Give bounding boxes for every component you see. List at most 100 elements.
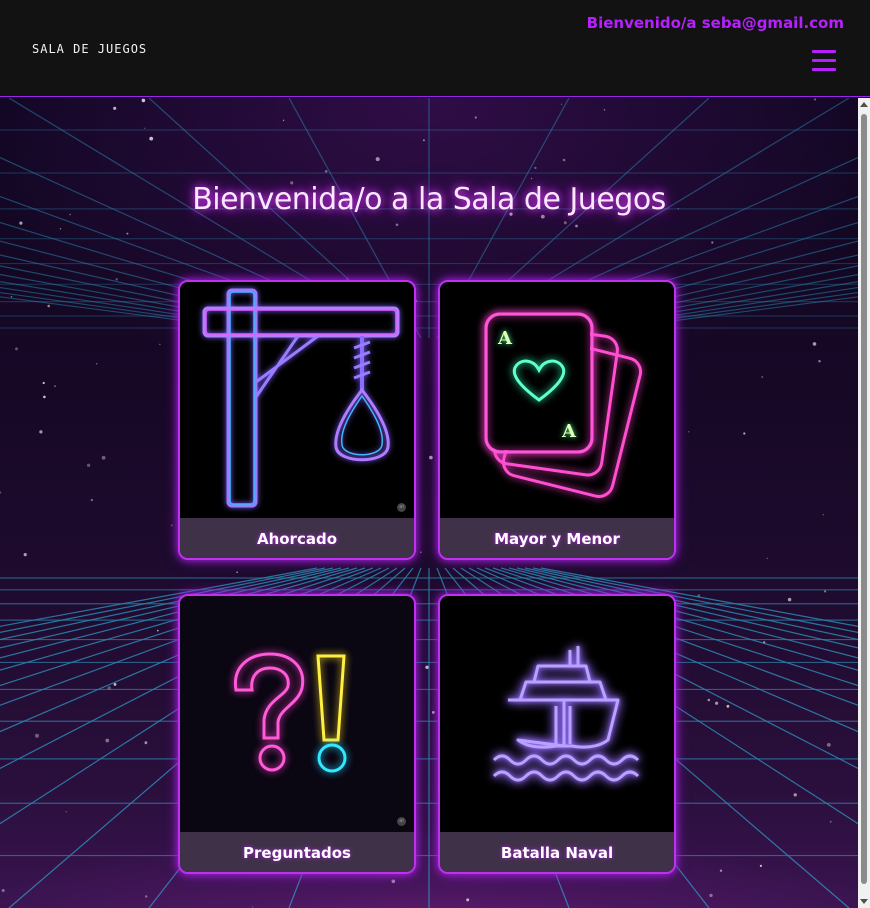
star — [35, 733, 39, 738]
star — [824, 590, 827, 593]
star — [96, 363, 98, 365]
star — [47, 304, 50, 308]
star — [144, 741, 148, 745]
star — [86, 463, 91, 467]
game-card-label: Preguntados — [180, 832, 414, 872]
star — [395, 223, 399, 227]
hamburger-bar — [812, 59, 836, 62]
welcome-user-text: Bienvenido/a seba@gmail.com — [586, 14, 844, 32]
star — [707, 698, 711, 702]
star — [422, 139, 425, 142]
star — [466, 898, 470, 902]
star — [282, 119, 285, 121]
star — [563, 221, 567, 225]
hamburger-menu-icon[interactable] — [810, 48, 838, 74]
star — [391, 879, 396, 884]
star — [575, 224, 578, 228]
star — [19, 221, 23, 225]
navbar: Sala de Juegos Bienvenido/a seba@gmail.c… — [0, 0, 870, 97]
star — [324, 170, 328, 173]
star — [39, 430, 43, 434]
star — [688, 431, 690, 433]
game-card-mayor-y-menor[interactable]: A A Mayor y Menor — [438, 280, 676, 560]
star — [425, 665, 429, 669]
hamburger-bar — [812, 68, 836, 71]
star — [42, 381, 45, 385]
star — [759, 864, 763, 868]
game-card-preguntados[interactable]: ai Preguntados — [178, 594, 416, 874]
star — [170, 524, 173, 527]
star — [105, 738, 110, 743]
brand-title[interactable]: Sala de Juegos — [32, 42, 147, 56]
svg-text:A: A — [497, 328, 513, 349]
star — [65, 811, 67, 813]
star — [59, 228, 62, 230]
star — [90, 498, 94, 502]
game-card-label: Ahorcado — [180, 518, 414, 558]
star — [711, 241, 714, 244]
star — [715, 701, 719, 705]
star — [534, 166, 537, 170]
star — [826, 743, 831, 747]
star — [149, 136, 154, 141]
ship-icon — [440, 596, 674, 832]
star — [787, 597, 792, 602]
star — [144, 127, 146, 129]
star — [101, 455, 106, 460]
star — [719, 869, 723, 872]
star — [159, 343, 161, 345]
game-card-ahorcado[interactable]: ai Ahorcado — [178, 280, 416, 560]
star — [560, 103, 563, 105]
star — [54, 385, 56, 387]
star — [709, 893, 713, 898]
synthwave-grid-background — [0, 98, 858, 908]
star — [814, 98, 817, 101]
scroll-up-arrow-icon[interactable] — [860, 102, 868, 107]
star — [15, 347, 18, 351]
hamburger-bar — [812, 50, 836, 53]
scrollbar-thumb[interactable] — [861, 114, 867, 884]
star — [766, 557, 768, 560]
game-card-label: Batalla Naval — [440, 832, 674, 872]
star — [252, 906, 254, 908]
svg-text:A: A — [561, 421, 577, 442]
star — [429, 455, 433, 460]
star — [0, 491, 2, 494]
star — [156, 629, 159, 632]
star — [822, 514, 824, 516]
star — [761, 376, 764, 378]
star — [726, 704, 730, 708]
star — [236, 571, 238, 573]
star — [113, 106, 117, 110]
star — [141, 98, 146, 103]
star — [375, 157, 380, 162]
star — [818, 360, 821, 363]
star — [126, 232, 129, 235]
star — [603, 109, 606, 111]
star — [829, 820, 832, 823]
star — [23, 553, 27, 557]
scroll-down-arrow-icon[interactable] — [860, 899, 868, 904]
main-content: Bienvenida/o a la Sala de Juegos ai Ahor… — [0, 98, 858, 908]
ai-badge-icon: ai — [397, 817, 406, 826]
star — [10, 295, 13, 298]
page-title: Bienvenida/o a la Sala de Juegos — [192, 182, 666, 217]
game-card-label: Mayor y Menor — [440, 518, 674, 558]
perspective-grid — [0, 98, 858, 908]
star — [793, 793, 797, 797]
gallows-noose-icon: ai — [180, 282, 414, 518]
star — [43, 395, 46, 399]
playing-cards-icon: A A — [440, 282, 674, 518]
star — [431, 711, 435, 714]
star — [115, 278, 118, 281]
star — [562, 158, 566, 162]
game-card-batalla-naval[interactable]: Batalla Naval — [438, 594, 676, 874]
star — [812, 342, 817, 346]
ai-badge-icon: ai — [397, 503, 406, 512]
star — [1, 889, 5, 892]
star — [113, 683, 117, 686]
vertical-scrollbar[interactable] — [858, 98, 870, 908]
star — [420, 551, 422, 553]
star — [474, 116, 477, 119]
star — [743, 432, 746, 435]
